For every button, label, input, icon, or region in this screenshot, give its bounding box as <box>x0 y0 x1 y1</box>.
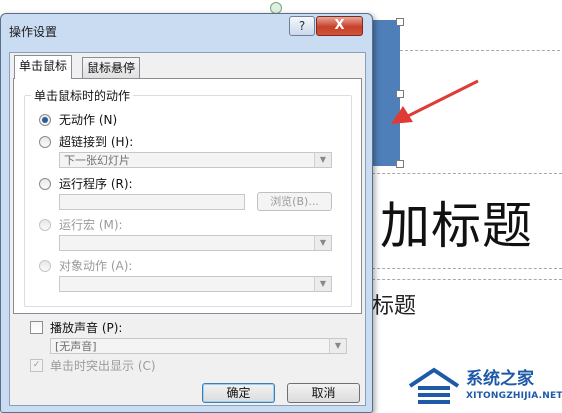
radio-run-macro[interactable] <box>39 219 51 231</box>
slide-subtitle[interactable]: 标题 <box>372 288 416 320</box>
chevron-down-icon: ▼ <box>314 277 331 291</box>
radio-object-action[interactable] <box>39 260 51 272</box>
chevron-down-icon: ▼ <box>329 339 346 353</box>
resize-handle[interactable] <box>396 18 404 26</box>
placeholder-border <box>372 279 562 280</box>
object-action-dropdown[interactable]: ▼ <box>59 276 332 292</box>
dialog-body: 单击鼠标 鼠标悬停 单击鼠标时的动作 无动作 (N) 超链接到 (H): 下一张… <box>9 52 366 406</box>
watermark: 系统之家 XITONGZHIJIA.NET <box>404 364 562 410</box>
label-object-action: 对象动作 (A): <box>59 259 133 273</box>
play-sound-checkbox[interactable] <box>30 321 43 334</box>
label-hyperlink: 超链接到 (H): <box>59 135 134 149</box>
close-button[interactable]: X <box>316 16 363 36</box>
chevron-down-icon: ▼ <box>314 236 331 250</box>
sound-dropdown[interactable]: [无声音] ▼ <box>50 338 347 354</box>
watermark-name: 系统之家 <box>466 369 534 389</box>
chevron-down-icon: ▼ <box>314 153 331 167</box>
hyperlink-dropdown[interactable]: 下一张幻灯片 ▼ <box>59 152 332 168</box>
program-path-input[interactable] <box>59 194 245 210</box>
radio-hyperlink[interactable] <box>39 136 51 148</box>
check-icon: ✓ <box>32 360 41 370</box>
watermark-url: XITONGZHIJIA.NET <box>466 391 562 401</box>
browse-button[interactable]: 浏览(B)... <box>257 192 332 211</box>
placeholder-border <box>372 268 562 269</box>
dialog-title: 操作设置 <box>9 25 58 39</box>
slide-title[interactable]: 加标题 <box>380 186 533 258</box>
radio-no-action[interactable] <box>39 114 51 126</box>
label-highlight: 单击时突出显示 (C) <box>50 359 156 373</box>
label-no-action: 无动作 (N) <box>59 113 118 127</box>
action-settings-dialog: 操作设置 ? X 单击鼠标 鼠标悬停 单击鼠标时的动作 无动作 (N) 超链接到… <box>0 13 373 413</box>
tab-mouse-click[interactable]: 单击鼠标 <box>14 55 73 79</box>
macro-dropdown[interactable]: ▼ <box>59 235 332 251</box>
label-run-program: 运行程序 (R): <box>59 177 133 191</box>
hyperlink-value: 下一张幻灯片 <box>64 154 130 167</box>
action-group: 单击鼠标时的动作 无动作 (N) 超链接到 (H): 下一张幻灯片 ▼ 运行程序… <box>24 87 352 307</box>
resize-handle[interactable] <box>396 160 404 168</box>
highlight-checkbox[interactable]: ✓ <box>30 359 43 372</box>
watermark-logo-icon <box>408 367 460 404</box>
placeholder-border <box>400 50 560 51</box>
radio-run-program[interactable] <box>39 178 51 190</box>
red-arrow-annotation <box>391 79 479 124</box>
group-label: 单击鼠标时的动作 <box>31 87 134 104</box>
tab-mouse-over[interactable]: 鼠标悬停 <box>82 57 141 78</box>
ok-button[interactable]: 确定 <box>202 383 275 403</box>
placeholder-border <box>372 173 562 174</box>
sound-value: [无声音] <box>55 340 97 353</box>
help-button[interactable]: ? <box>289 16 315 36</box>
label-play-sound: 播放声音 (P): <box>50 321 123 335</box>
label-run-macro: 运行宏 (M): <box>59 218 123 232</box>
close-icon: X <box>334 18 345 33</box>
cancel-button[interactable]: 取消 <box>287 383 360 403</box>
tab-panel: 单击鼠标时的动作 无动作 (N) 超链接到 (H): 下一张幻灯片 ▼ 运行程序… <box>13 78 362 314</box>
